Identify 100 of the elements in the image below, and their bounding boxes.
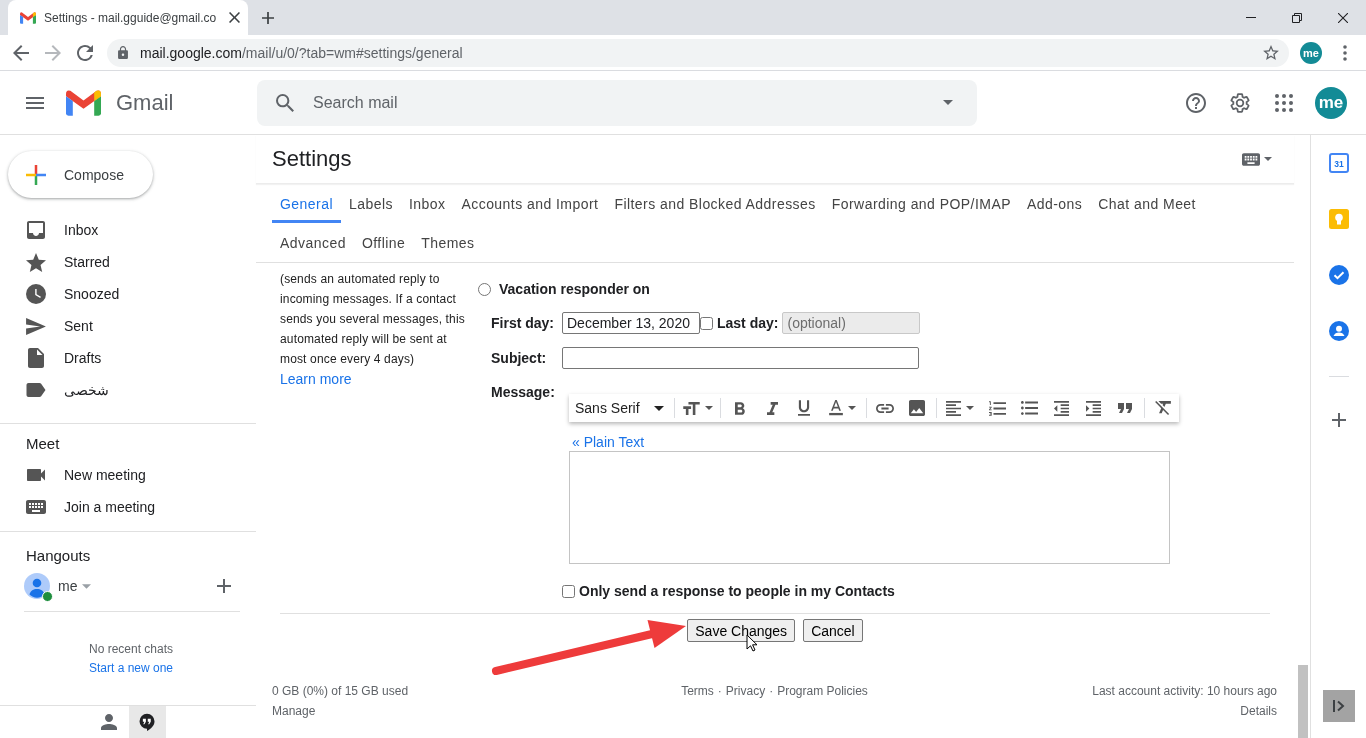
date-field[interactable]: December 13, 2020	[562, 312, 700, 334]
text-color-icon[interactable]	[828, 400, 843, 416]
inbox-icon	[27, 221, 45, 239]
send-icon	[26, 317, 46, 335]
user-avatar-icon[interactable]	[24, 573, 50, 599]
learn-more-link[interactable]: Learn more	[280, 371, 352, 387]
form-button[interactable]: Save Changes	[687, 619, 796, 642]
last-activity-text: Last account activity: 10 hours ago	[1092, 684, 1277, 698]
plain-text-link[interactable]: « Plain Text	[572, 434, 645, 450]
nav-item[interactable]: Drafts	[0, 342, 240, 374]
sidebar-tab[interactable]	[128, 706, 166, 738]
plus-icon[interactable]	[217, 579, 231, 593]
nav-item[interactable]: Snoozed	[0, 278, 240, 310]
settings-tab[interactable]: Themes	[413, 223, 483, 262]
image-icon[interactable]	[909, 400, 925, 416]
search-input[interactable]: Search mail	[313, 92, 453, 113]
star-outline-icon[interactable]	[1263, 45, 1279, 60]
document-icon	[28, 348, 44, 368]
caret-icon	[654, 405, 664, 411]
details-link[interactable]: Details	[1240, 704, 1277, 718]
check-circle-icon[interactable]	[1328, 265, 1349, 285]
person-circle-icon[interactable]	[1328, 321, 1349, 341]
browser-tab[interactable]: Settings - mail.gguide@gmail.co	[8, 0, 248, 35]
close-icon[interactable]	[229, 12, 240, 23]
settings-tab[interactable]: Filters and Blocked Addresses	[606, 184, 824, 223]
caret-icon	[847, 406, 856, 410]
footer-link[interactable]: Program Policies	[777, 684, 868, 698]
settings-tab[interactable]: Forwarding and POP/IMAP	[823, 184, 1019, 223]
settings-tab[interactable]: Chat and Meet	[1090, 184, 1204, 223]
search-icon[interactable]	[276, 93, 294, 112]
radio-button[interactable]	[478, 282, 491, 296]
numbered-list-icon[interactable]	[988, 400, 1006, 416]
quote-icon[interactable]	[1118, 403, 1132, 413]
settings-tab[interactable]: Add-ons	[1018, 184, 1091, 223]
settings-tab[interactable]: Labels	[340, 184, 401, 223]
field-label: Subject:	[491, 350, 547, 366]
nav-item[interactable]: Starred	[0, 246, 240, 278]
profile-avatar[interactable]: me	[1300, 41, 1322, 64]
compose-button[interactable]: Compose	[8, 151, 153, 198]
nav-item[interactable]: شخصی	[0, 374, 240, 406]
meet-item[interactable]: Join a meeting	[0, 491, 240, 523]
help-icon[interactable]	[1186, 92, 1206, 113]
close-icon[interactable]	[1338, 12, 1348, 23]
settings-tab[interactable]: Advanced	[272, 223, 354, 262]
align-left-icon[interactable]	[946, 400, 961, 416]
restore-icon[interactable]	[1292, 12, 1302, 23]
lock-icon	[118, 46, 128, 59]
label-icon	[26, 383, 46, 397]
settings-tab[interactable]: Accounts and Import	[453, 184, 607, 223]
indent-less-icon[interactable]	[1053, 400, 1069, 416]
user-name[interactable]: me	[58, 578, 78, 594]
settings-tab[interactable]: Offline	[353, 223, 414, 262]
form-button[interactable]: Cancel	[803, 619, 863, 642]
clear-formatting-icon[interactable]	[1155, 401, 1171, 415]
plus-icon[interactable]	[1331, 413, 1346, 427]
settings-tab[interactable]: General	[272, 184, 341, 223]
nav-item[interactable]: Sent	[0, 310, 240, 342]
keyboard-icon	[26, 500, 46, 514]
more-vertical-icon[interactable]	[1343, 44, 1347, 61]
chevron-icon	[1331, 699, 1346, 713]
indent-more-icon[interactable]	[1085, 400, 1101, 416]
settings-icon[interactable]	[1230, 92, 1250, 113]
side-panel-toggle-button[interactable]	[1322, 690, 1355, 722]
account-avatar[interactable]: me	[1315, 86, 1347, 119]
footer-link[interactable]: Privacy	[725, 684, 766, 698]
reload-icon[interactable]	[77, 44, 93, 61]
plus-icon[interactable]	[262, 11, 274, 24]
nav-item[interactable]: Inbox	[0, 214, 240, 246]
meet-item[interactable]: New meeting	[0, 459, 240, 491]
footer-link[interactable]: Terms	[681, 684, 714, 698]
caret-icon[interactable]	[943, 100, 953, 105]
section-heading: Meet	[26, 434, 60, 452]
start-chat-link[interactable]: Start a new one	[88, 661, 174, 675]
bulleted-list-icon[interactable]	[1020, 401, 1038, 415]
clock-icon	[26, 284, 46, 304]
checkbox[interactable]	[562, 584, 575, 598]
text-size-icon[interactable]	[683, 401, 700, 415]
link-separator: ·	[717, 684, 722, 698]
manage-link[interactable]: Manage	[272, 704, 316, 718]
person-icon	[101, 714, 117, 730]
calendar-icon[interactable]: 31	[1328, 153, 1349, 173]
apps-grid-icon[interactable]	[1275, 93, 1293, 112]
italic-icon[interactable]	[766, 401, 778, 415]
keyboard-icon[interactable]	[1242, 152, 1260, 166]
font-dropdown[interactable]: Sans Serif	[575, 400, 668, 416]
bold-icon[interactable]	[735, 401, 745, 415]
storage-usage-text: 0 GB (0%) of 15 GB used	[272, 684, 409, 698]
back-arrow-icon[interactable]	[13, 44, 29, 61]
caret-icon	[705, 406, 713, 410]
search-bar[interactable]: Search mail	[257, 79, 977, 126]
address-bar[interactable]: mail.google.com/mail/u/0/?tab=wm#settings/general	[107, 38, 1289, 67]
page-title: Settings	[272, 146, 352, 172]
section-heading: Hangouts	[26, 546, 91, 564]
underline-icon[interactable]	[798, 400, 810, 416]
settings-tab[interactable]: Inbox	[400, 184, 454, 223]
menu-icon[interactable]	[26, 96, 44, 109]
link-icon[interactable]	[876, 403, 894, 413]
empty-chats-text: No recent chats	[88, 642, 173, 656]
subject-field[interactable]	[562, 347, 919, 369]
scrollbar-thumb[interactable]	[1298, 665, 1308, 738]
